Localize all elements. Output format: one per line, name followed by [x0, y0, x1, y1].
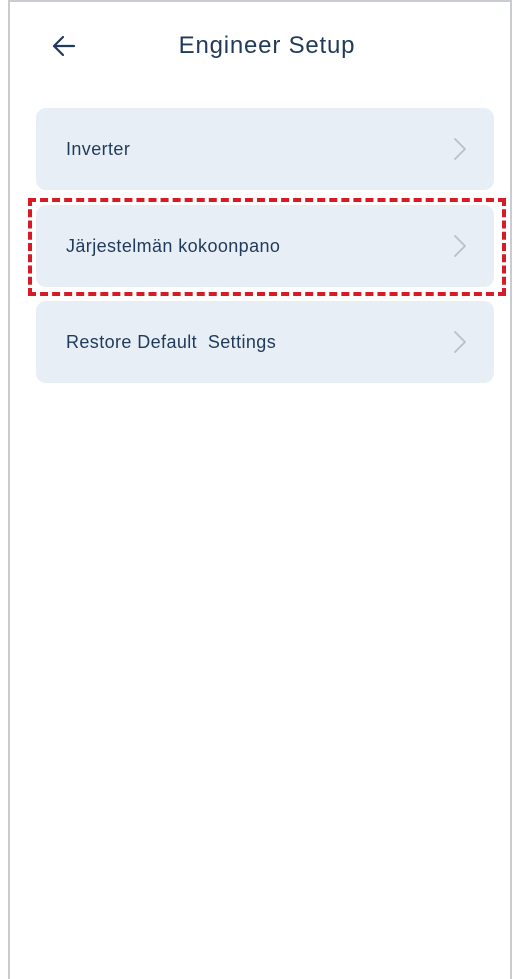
menu-item-inverter[interactable]: Inverter — [36, 108, 494, 190]
menu-item-label: Järjestelmän kokoonpano — [66, 236, 281, 256]
page-title: Engineer Setup — [178, 32, 356, 59]
menu-item-label: Inverter — [66, 139, 131, 159]
chevron-right-icon — [452, 136, 468, 162]
header: Engineer Setup — [10, 2, 510, 90]
menu-item-restore-default-settings[interactable]: Restore Default Settings — [36, 301, 494, 383]
screen: Engineer Setup Inverter Järjestelmän kok… — [8, 0, 512, 979]
chevron-right-icon — [452, 329, 468, 355]
menu-item-system-configuration[interactable]: Järjestelmän kokoonpano — [36, 205, 494, 287]
menu-item-label: Restore Default Settings — [66, 332, 277, 352]
chevron-right-icon — [452, 233, 468, 259]
